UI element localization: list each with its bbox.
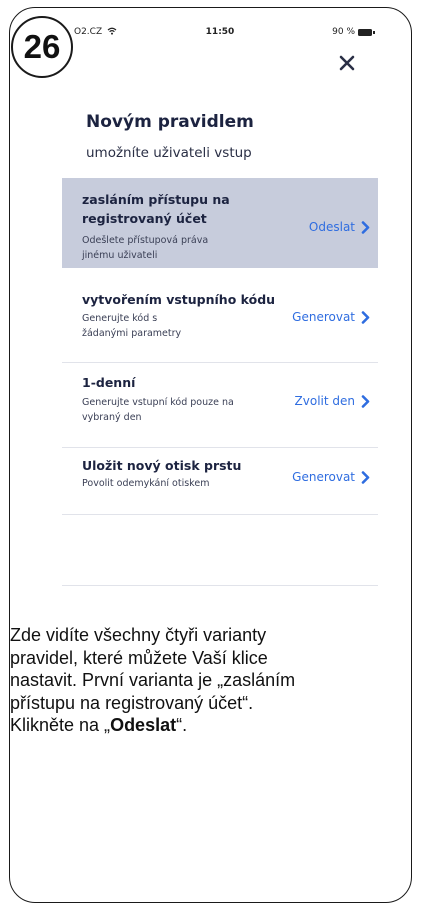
battery-indicator: 90 % bbox=[332, 27, 375, 37]
battery-percent: 90 % bbox=[332, 27, 355, 37]
instruction-line: Zde vidíte všechny čtyři varianty bbox=[10, 625, 267, 645]
generate-code-button[interactable]: Generovat bbox=[292, 310, 370, 324]
option-description: Generujte kód s žádanými parametry bbox=[82, 311, 181, 341]
option-title: 1-denní bbox=[82, 373, 135, 392]
option-description-line: Generujte kód s bbox=[82, 313, 158, 324]
screen-subtitle: umožníte uživateli vstup bbox=[86, 145, 252, 161]
send-button[interactable]: Odeslat bbox=[309, 220, 370, 234]
choose-day-label: Zvolit den bbox=[294, 394, 355, 408]
chevron-right-icon bbox=[361, 470, 370, 484]
option-description-line: Povolit odemykání otiskem bbox=[82, 478, 210, 489]
option-title: zasláním přístupu na registrovaný účet bbox=[82, 190, 230, 228]
chevron-right-icon bbox=[361, 310, 370, 324]
close-icon bbox=[339, 55, 355, 71]
send-label: Odeslat bbox=[308, 220, 355, 234]
status-time: 11:50 bbox=[205, 27, 235, 37]
close-button[interactable] bbox=[334, 50, 360, 76]
phone-screen: O2.CZ 11:50 90 % Novým pravidlem umožnít… bbox=[62, 20, 378, 586]
instruction-text-prefix: Klikněte na „ bbox=[10, 715, 111, 735]
instruction-text-suffix: “. bbox=[176, 715, 188, 735]
option-description: Generujte vstupní kód pouze na vybraný d… bbox=[82, 395, 234, 425]
option-description-line: jinému uživateli bbox=[82, 250, 158, 261]
instruction-text: Zde vidíte všechny čtyři varianty pravid… bbox=[10, 624, 410, 737]
instruction-line: pravidel, které můžete Vaší klice bbox=[10, 647, 268, 668]
screen-title: Novým pravidlem bbox=[86, 112, 254, 132]
generate-fingerprint-button[interactable]: Generovat bbox=[292, 470, 370, 484]
option-description-line: vybraný den bbox=[82, 412, 142, 423]
option-send-access[interactable]: zasláním přístupu na registrovaný účet O… bbox=[62, 178, 378, 268]
status-bar: O2.CZ 11:50 90 % bbox=[62, 20, 378, 42]
battery-icon bbox=[358, 28, 375, 36]
generate-label: Generovat bbox=[292, 310, 355, 324]
option-title: Uložit nový otisk prstu bbox=[82, 456, 241, 475]
option-title: vytvořením vstupního kódu bbox=[82, 290, 275, 309]
option-title-line: zasláním přístupu na bbox=[82, 192, 230, 207]
choose-day-button[interactable]: Zvolit den bbox=[295, 394, 370, 408]
option-description-line: Generujte vstupní kód pouze na bbox=[82, 397, 234, 408]
instruction-emphasis: Odeslat bbox=[110, 715, 177, 735]
step-number-badge: 26 bbox=[11, 16, 73, 78]
option-title-line: 1-denní bbox=[82, 375, 136, 390]
option-title-line: vytvořením vstupního kódu bbox=[82, 292, 276, 307]
option-one-day[interactable]: 1-denní Generujte vstupní kód pouze na v… bbox=[62, 363, 378, 448]
option-description-line: žádanými parametry bbox=[82, 328, 182, 339]
option-title-line: registrovaný účet bbox=[82, 211, 207, 226]
option-title-line: Uložit nový otisk prstu bbox=[82, 458, 242, 473]
option-fingerprint[interactable]: Uložit nový otisk prstu Povolit odemykán… bbox=[62, 448, 378, 515]
chevron-right-icon bbox=[361, 394, 370, 408]
divider bbox=[62, 585, 378, 586]
generate-label: Generovat bbox=[292, 470, 355, 484]
step-number: 26 bbox=[23, 28, 61, 65]
instruction-line: přístupu na registrovaný účet“. bbox=[10, 692, 254, 713]
instruction-line: Klikněte na „Odeslat“. bbox=[10, 714, 410, 737]
option-description-line: Odešlete přístupová práva bbox=[82, 235, 209, 246]
instruction-line: nastavit. První varianta je „zasláním bbox=[10, 670, 296, 690]
option-create-code[interactable]: vytvořením vstupního kódu Generujte kód … bbox=[62, 268, 378, 363]
chevron-right-icon bbox=[361, 220, 370, 234]
option-description: Povolit odemykání otiskem bbox=[82, 476, 209, 491]
option-description: Odešlete přístupová práva jinému uživate… bbox=[82, 233, 208, 263]
